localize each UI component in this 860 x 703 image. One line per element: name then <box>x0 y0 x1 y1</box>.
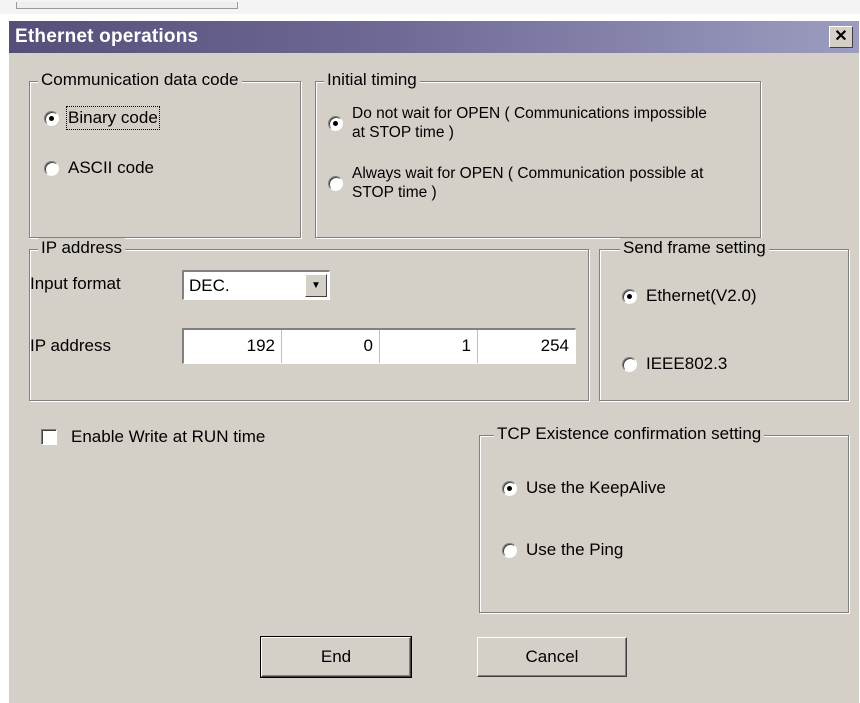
radio-label: Ethernet(V2.0) <box>646 286 757 305</box>
radio-unselected-icon <box>44 161 59 176</box>
checkbox-unchecked-icon <box>41 429 57 445</box>
input-format-label: Input format <box>30 274 121 293</box>
radio-label: IEEE802.3 <box>646 354 728 373</box>
title-bar[interactable]: Ethernet operations ✕ <box>9 21 859 53</box>
ip-address-legend: IP address <box>38 238 125 258</box>
radio-selected-icon <box>44 111 59 126</box>
radio-label: Binary code <box>66 106 160 130</box>
radio-selected-icon <box>622 289 637 304</box>
ip-octet-1[interactable]: 192 <box>184 330 282 363</box>
chevron-down-icon[interactable]: ▼ <box>305 274 327 297</box>
radio-label: ASCII code <box>68 158 154 177</box>
send-frame-setting-group: Send frame setting Ethernet(V2.0) IEEE80… <box>599 238 849 401</box>
radio-binary-code[interactable]: Binary code <box>44 106 160 130</box>
communication-data-code-legend: Communication data code <box>38 70 242 90</box>
window-title: Ethernet operations <box>15 26 199 47</box>
initial-timing-legend: Initial timing <box>324 70 420 90</box>
radio-selected-icon <box>502 481 517 496</box>
ip-address-group: IP address Input format DEC. ▼ IP addres… <box>29 238 589 401</box>
ip-octet-3[interactable]: 1 <box>380 330 478 363</box>
tcp-existence-legend: TCP Existence confirmation setting <box>494 424 765 444</box>
checkbox-label: Enable Write at RUN time <box>71 427 266 446</box>
radio-unselected-icon <box>328 176 343 191</box>
input-format-select[interactable]: DEC. ▼ <box>182 270 330 300</box>
tcp-existence-group: TCP Existence confirmation setting Use t… <box>479 424 849 613</box>
radio-use-ping[interactable]: Use the Ping <box>502 540 623 560</box>
radio-use-keepalive[interactable]: Use the KeepAlive <box>502 478 666 498</box>
radio-label: Always wait for OPEN ( Communication pos… <box>352 165 704 201</box>
radio-label: Do not wait for OPEN ( Communications im… <box>352 105 707 141</box>
ip-address-input[interactable]: 192 0 1 254 <box>182 328 576 364</box>
radio-ascii-code[interactable]: ASCII code <box>44 158 154 178</box>
ip-octet-2[interactable]: 0 <box>282 330 380 363</box>
radio-do-not-wait-for-open[interactable]: Do not wait for OPEN ( Communications im… <box>328 104 738 142</box>
background-scrollbar <box>16 2 238 9</box>
close-button[interactable]: ✕ <box>829 26 853 48</box>
cancel-button[interactable]: Cancel <box>477 637 627 677</box>
radio-label: Use the KeepAlive <box>526 478 666 497</box>
enable-write-checkbox[interactable]: Enable Write at RUN time <box>41 427 265 447</box>
radio-unselected-icon <box>502 543 517 558</box>
end-button[interactable]: End <box>260 636 412 678</box>
communication-data-code-group: Communication data code Binary code ASCI… <box>29 70 301 238</box>
radio-ethernet-v2[interactable]: Ethernet(V2.0) <box>622 286 757 306</box>
send-frame-setting-legend: Send frame setting <box>620 238 769 258</box>
close-icon: ✕ <box>834 28 848 45</box>
radio-always-wait-for-open[interactable]: Always wait for OPEN ( Communication pos… <box>328 164 738 202</box>
initial-timing-group: Initial timing Do not wait for OPEN ( Co… <box>315 70 761 238</box>
background-window-strip <box>0 0 860 14</box>
radio-label: Use the Ping <box>526 540 624 559</box>
radio-selected-icon <box>328 116 343 131</box>
radio-ieee802-3[interactable]: IEEE802.3 <box>622 354 727 374</box>
input-format-value: DEC. <box>189 276 230 295</box>
ethernet-operations-dialog: Ethernet operations ✕ Communication data… <box>8 20 859 703</box>
radio-unselected-icon <box>622 357 637 372</box>
ip-octet-4[interactable]: 254 <box>478 330 575 363</box>
ip-address-label: IP address <box>30 336 111 355</box>
